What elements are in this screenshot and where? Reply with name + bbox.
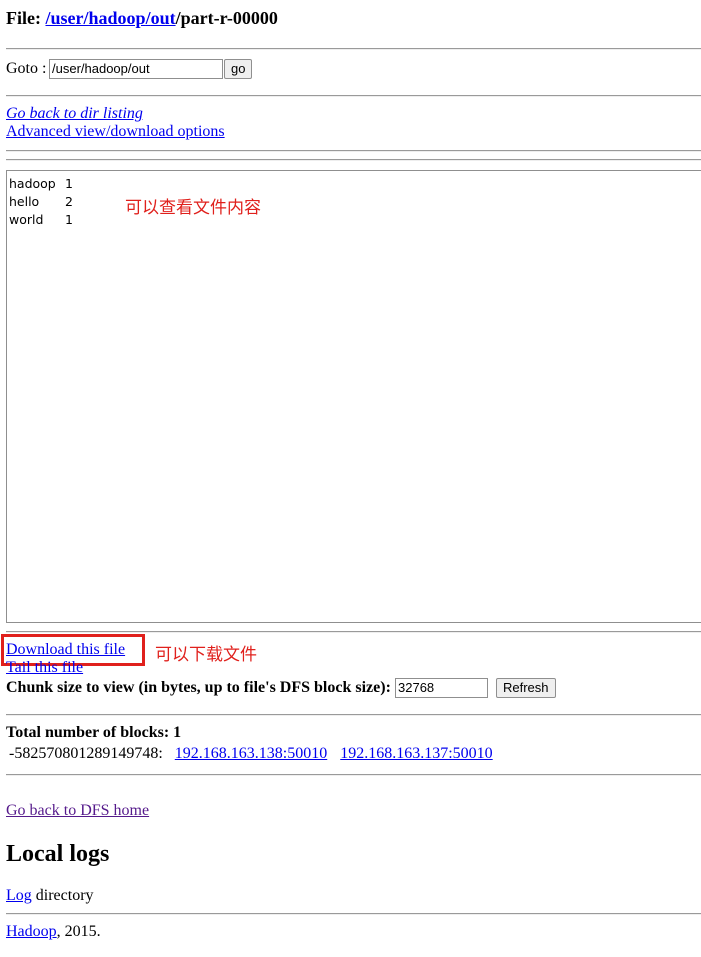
total-blocks-label: Total number of blocks: 1 <box>6 724 182 741</box>
content-word: hadoop <box>9 176 56 191</box>
file-name: part-r-00000 <box>180 8 278 28</box>
block-id: -582570801289149748: <box>9 745 163 762</box>
block-row: -582570801289149748: 192.168.163.138:500… <box>9 745 502 763</box>
back-to-dir-link[interactable]: Go back to dir listing <box>6 105 143 123</box>
advanced-view-link[interactable]: Advanced view/download options <box>6 123 225 141</box>
divider <box>6 774 701 776</box>
datanode-link[interactable]: 192.168.163.138:50010 <box>175 745 327 762</box>
go-button[interactable]: go <box>224 59 253 79</box>
footer-year: , 2015. <box>56 923 101 940</box>
local-logs-heading: Local logs <box>6 841 110 867</box>
goto-input[interactable] <box>49 59 223 79</box>
divider <box>6 48 701 50</box>
tail-file-link[interactable]: Tail this file <box>6 659 83 677</box>
content-count: 2 <box>65 194 73 209</box>
path-hadoop-link[interactable]: hadoop <box>89 8 146 28</box>
divider <box>6 150 701 152</box>
content-row: world 1 <box>9 211 699 229</box>
content-count: 1 <box>65 212 73 227</box>
content-row: hello 2 <box>9 193 699 211</box>
log-link[interactable]: Log <box>6 887 32 904</box>
content-word: world <box>9 212 44 227</box>
hadoop-link[interactable]: Hadoop <box>6 923 57 940</box>
footer: Hadoop, 2015. <box>6 923 101 941</box>
path-out-link[interactable]: out <box>151 8 176 28</box>
chunk-size-label: Chunk size to view (in bytes, up to file… <box>6 679 391 696</box>
download-file-link[interactable]: Download this file <box>6 641 125 659</box>
dfs-home-link[interactable]: Go back to DFS home <box>6 802 149 820</box>
annotation-download: 可以下载文件 <box>155 645 257 665</box>
file-content-textarea[interactable]: hadoop 1 hello 2 world 1 <box>6 170 701 623</box>
path-user-link[interactable]: user <box>51 8 84 28</box>
refresh-button[interactable]: Refresh <box>496 678 556 698</box>
divider <box>6 913 701 915</box>
divider <box>6 714 701 716</box>
content-row: hadoop 1 <box>9 175 699 193</box>
divider <box>6 159 701 161</box>
content-word: hello <box>9 194 40 209</box>
divider <box>6 631 701 633</box>
chunk-size-input[interactable] <box>395 678 488 698</box>
datanode-link[interactable]: 192.168.163.137:50010 <box>340 745 492 762</box>
log-directory: Log directory <box>6 887 94 905</box>
file-prefix: File: <box>6 8 46 28</box>
annotation-view-content: 可以查看文件内容 <box>125 198 261 218</box>
content-count: 1 <box>65 176 73 191</box>
goto-label: Goto : <box>6 60 47 77</box>
log-suffix: directory <box>31 887 94 904</box>
page-title: File: /user/hadoop/out/part-r-00000 <box>6 8 278 29</box>
divider <box>6 95 701 97</box>
